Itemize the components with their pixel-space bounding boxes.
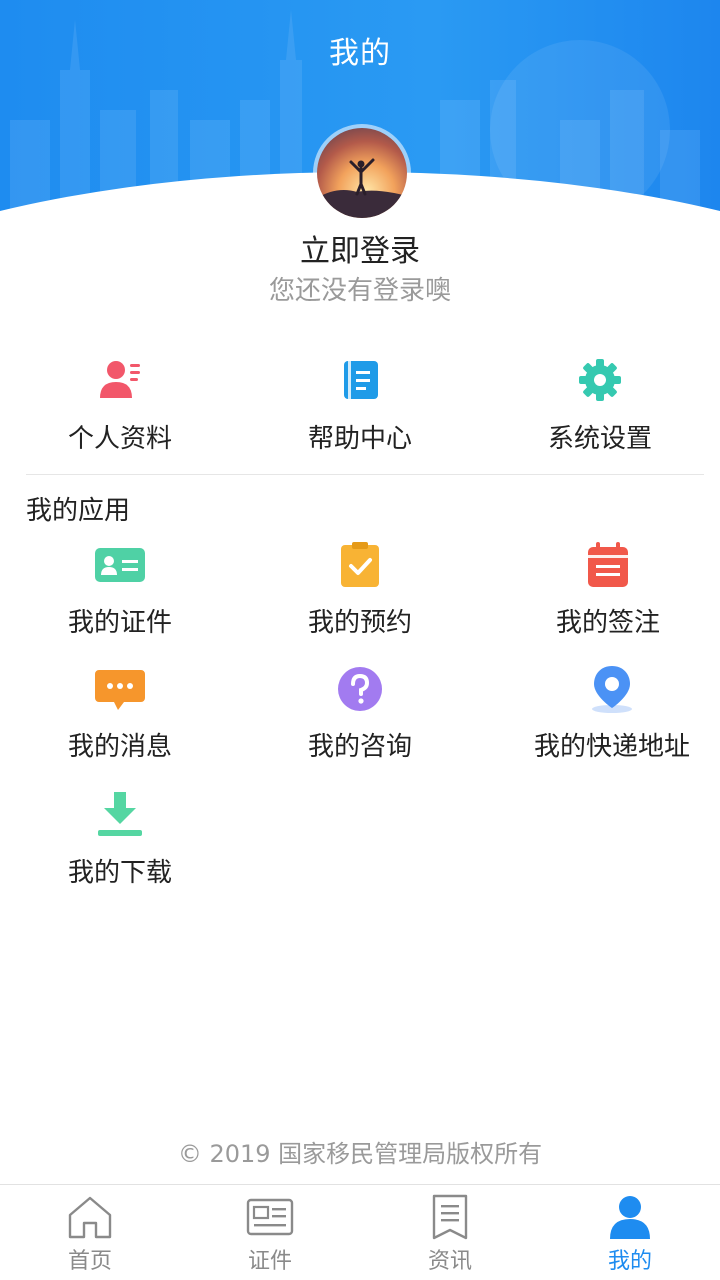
tab-documents[interactable]: 证件 bbox=[180, 1185, 360, 1280]
app-label: 我的签注 bbox=[555, 608, 660, 638]
profile-info-button[interactable]: 个人资料 bbox=[0, 350, 240, 460]
copyright-text: © 2019 国家移民管理局版权所有 bbox=[177, 1140, 543, 1168]
calendar-icon bbox=[588, 542, 628, 587]
app-my-downloads[interactable]: 我的下载 bbox=[0, 790, 240, 900]
download-icon bbox=[98, 792, 142, 836]
app-my-delivery-address[interactable]: 我的快递地址 bbox=[492, 664, 720, 774]
tab-label: 证件 bbox=[247, 1249, 292, 1274]
app-label: 我的预约 bbox=[307, 608, 412, 638]
quick-actions: 个人资料 帮助中心 系统设置 bbox=[0, 350, 720, 460]
app-my-documents[interactable]: 我的证件 bbox=[0, 540, 240, 650]
app-my-appointments[interactable]: 我的预约 bbox=[240, 540, 480, 650]
system-settings-button[interactable]: 系统设置 bbox=[480, 350, 720, 460]
id-card-icon bbox=[95, 548, 145, 582]
profile-screen: 我的 立即登录 您还没有登录噢 个人资料 帮助中心 系统设置 我的应用 我的证件… bbox=[0, 0, 720, 1280]
news-icon bbox=[432, 1194, 468, 1240]
bottom-tab-bar: 首页 证件 资讯 我的 bbox=[0, 1184, 720, 1280]
app-label: 我的咨询 bbox=[307, 732, 412, 762]
app-label: 我的证件 bbox=[67, 608, 172, 638]
app-label: 我的下载 bbox=[67, 858, 172, 888]
id-card-outline-icon bbox=[246, 1198, 294, 1236]
clipboard-check-icon bbox=[341, 542, 379, 587]
message-icon bbox=[95, 670, 145, 710]
help-center-button[interactable]: 帮助中心 bbox=[240, 350, 480, 460]
app-label: 我的快递地址 bbox=[533, 732, 690, 762]
tab-mine[interactable]: 我的 bbox=[540, 1185, 720, 1280]
avatar[interactable] bbox=[313, 124, 411, 222]
divider bbox=[26, 474, 704, 475]
page-title: 我的 bbox=[329, 36, 391, 71]
home-icon bbox=[68, 1196, 112, 1239]
tab-label: 首页 bbox=[67, 1249, 112, 1274]
login-button[interactable]: 立即登录 bbox=[0, 226, 720, 270]
tab-label: 资讯 bbox=[427, 1249, 472, 1274]
app-my-messages[interactable]: 我的消息 bbox=[0, 664, 240, 774]
user-card-icon bbox=[100, 361, 140, 398]
login-hint: 您还没有登录噢 bbox=[268, 276, 451, 306]
app-my-endorsements[interactable]: 我的签注 bbox=[488, 540, 720, 650]
person-icon bbox=[610, 1196, 650, 1239]
app-label: 我的消息 bbox=[67, 732, 172, 762]
section-title: 我的应用 bbox=[26, 496, 131, 526]
location-pin-icon bbox=[592, 666, 632, 713]
avatar-image bbox=[317, 128, 407, 218]
tab-home[interactable]: 首页 bbox=[0, 1185, 180, 1280]
hiker-silhouette-icon bbox=[317, 158, 407, 218]
app-my-inquiries[interactable]: 我的咨询 bbox=[240, 664, 480, 774]
tab-label: 我的 bbox=[607, 1249, 652, 1274]
quick-action-label: 帮助中心 bbox=[307, 424, 412, 454]
gear-icon bbox=[579, 359, 621, 401]
quick-action-label: 个人资料 bbox=[67, 424, 172, 454]
quick-action-label: 系统设置 bbox=[547, 424, 652, 454]
question-icon bbox=[338, 667, 382, 711]
tab-news[interactable]: 资讯 bbox=[360, 1185, 540, 1280]
book-icon bbox=[344, 361, 378, 399]
